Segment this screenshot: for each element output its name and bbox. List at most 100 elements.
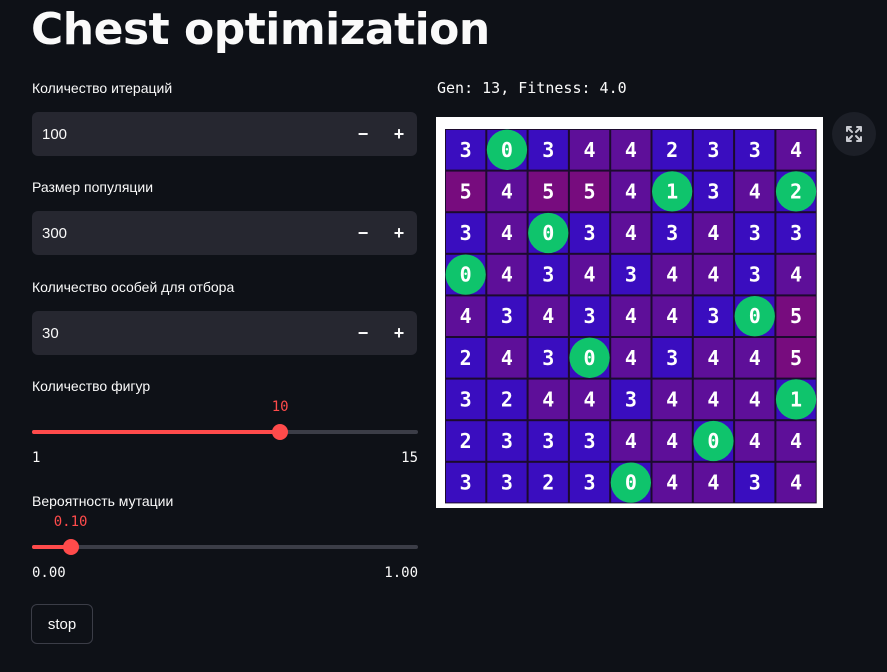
cell-value: 3: [707, 138, 719, 162]
cell-value: 3: [501, 471, 513, 495]
cell-value: 4: [625, 346, 637, 370]
cell-value: 4: [625, 429, 637, 453]
cell-value: 2: [790, 179, 802, 203]
cell-value: 3: [707, 304, 719, 328]
cell-value: 3: [542, 429, 554, 453]
cell-value: 3: [625, 263, 637, 287]
cell-value: 4: [666, 471, 678, 495]
figures-slider-value: 10: [271, 399, 289, 415]
figures-max: 15: [401, 450, 418, 466]
mutation-slider[interactable]: 0.10: [32, 514, 418, 568]
cell-value: 4: [584, 138, 596, 162]
cell-value: 1: [790, 387, 802, 411]
cell-value: 4: [790, 138, 802, 162]
cell-value: 3: [460, 138, 472, 162]
cell-value: 4: [460, 304, 472, 328]
board-svg: 3 0 3 4 4 2 3 3 4 5 4 5 5 4 1 3 4 2 3 4 0 3 4 3 4 3 3 0 4 3 4 3 4 4 3 4 4 3 4 3…: [445, 129, 817, 504]
cell-value: 4: [749, 179, 761, 203]
population-increment-button[interactable]: +: [381, 211, 417, 255]
cell-value: 0: [625, 471, 637, 495]
mutation-max: 1.00: [384, 565, 418, 581]
selection-decrement-button[interactable]: −: [345, 311, 381, 355]
population-value[interactable]: 300: [32, 225, 345, 242]
cell-value: 3: [542, 346, 554, 370]
cell-value: 3: [501, 429, 513, 453]
cell-value: 3: [460, 221, 472, 245]
cell-value: 3: [542, 138, 554, 162]
expand-button[interactable]: [832, 112, 876, 156]
iterations-input[interactable]: 100 − +: [32, 112, 417, 156]
cell-value: 3: [501, 304, 513, 328]
cell-value: 3: [790, 221, 802, 245]
population-label: Размер популяции: [32, 179, 154, 195]
selection-input[interactable]: 30 − +: [32, 311, 417, 355]
cell-value: 5: [542, 179, 554, 203]
mutation-label: Вероятность мутации: [32, 493, 174, 509]
cell-value: 3: [666, 346, 678, 370]
board-image: 3 0 3 4 4 2 3 3 4 5 4 5 5 4 1 3 4 2 3 4 0 3 4 3 4 3 3 0 4 3 4 3 4 4 3 4 4 3 4 3…: [436, 117, 823, 508]
cell-value: 5: [460, 179, 472, 203]
page-title: Chest optimization: [31, 4, 490, 55]
cell-value: 4: [790, 471, 802, 495]
iterations-label: Количество итераций: [32, 80, 173, 96]
cell-value: 4: [501, 263, 513, 287]
cell-value: 4: [625, 304, 637, 328]
figures-slider[interactable]: 10: [32, 399, 418, 453]
cell-value: 4: [749, 387, 761, 411]
iterations-increment-button[interactable]: +: [381, 112, 417, 156]
cell-value: 2: [666, 138, 678, 162]
stop-button[interactable]: stop: [31, 604, 93, 644]
cell-value: 0: [501, 138, 513, 162]
selection-value[interactable]: 30: [32, 325, 345, 342]
cell-value: 3: [625, 387, 637, 411]
cell-value: 4: [749, 429, 761, 453]
cell-value: 3: [542, 263, 554, 287]
cell-value: 3: [584, 429, 596, 453]
cell-value: 4: [707, 471, 719, 495]
cell-value: 3: [584, 304, 596, 328]
iterations-decrement-button[interactable]: −: [345, 112, 381, 156]
cell-value: 3: [749, 471, 761, 495]
cell-value: 3: [749, 221, 761, 245]
cell-value: 4: [542, 387, 554, 411]
cell-value: 3: [749, 263, 761, 287]
cell-value: 2: [501, 387, 513, 411]
cell-value: 4: [666, 387, 678, 411]
population-decrement-button[interactable]: −: [345, 211, 381, 255]
selection-label: Количество особей для отбора: [32, 279, 235, 295]
mutation-slider-thumb[interactable]: [62, 539, 79, 555]
cell-value: 4: [707, 346, 719, 370]
cell-value: 4: [542, 304, 554, 328]
cell-value: 4: [666, 429, 678, 453]
expand-icon: [846, 126, 862, 142]
generation-status: Gen: 13, Fitness: 4.0: [437, 79, 627, 97]
cell-value: 3: [460, 387, 472, 411]
figures-range: 1 15: [32, 450, 418, 466]
population-input[interactable]: 300 − +: [32, 211, 417, 255]
cell-value: 4: [501, 221, 513, 245]
cell-value: 4: [501, 346, 513, 370]
figures-label: Количество фигур: [32, 378, 151, 394]
cell-value: 4: [584, 263, 596, 287]
cell-value: 4: [790, 263, 802, 287]
cell-value: 4: [707, 221, 719, 245]
mutation-slider-track[interactable]: [32, 545, 418, 549]
cell-value: 4: [666, 263, 678, 287]
cell-value: 0: [542, 221, 554, 245]
cell-value: 3: [584, 471, 596, 495]
cell-value: 5: [584, 179, 596, 203]
cell-value: 2: [460, 429, 472, 453]
iterations-value[interactable]: 100: [32, 126, 345, 143]
cell-value: 4: [625, 179, 637, 203]
cell-value: 1: [666, 179, 678, 203]
figures-slider-fill: [32, 430, 281, 434]
cell-value: 0: [584, 346, 596, 370]
cell-value: 3: [584, 221, 596, 245]
figures-min: 1: [32, 450, 41, 466]
selection-increment-button[interactable]: +: [381, 311, 417, 355]
cell-value: 4: [707, 387, 719, 411]
cell-value: 3: [666, 221, 678, 245]
figures-slider-thumb[interactable]: [272, 424, 289, 440]
cell-value: 2: [542, 471, 554, 495]
cell-value: 3: [707, 179, 719, 203]
